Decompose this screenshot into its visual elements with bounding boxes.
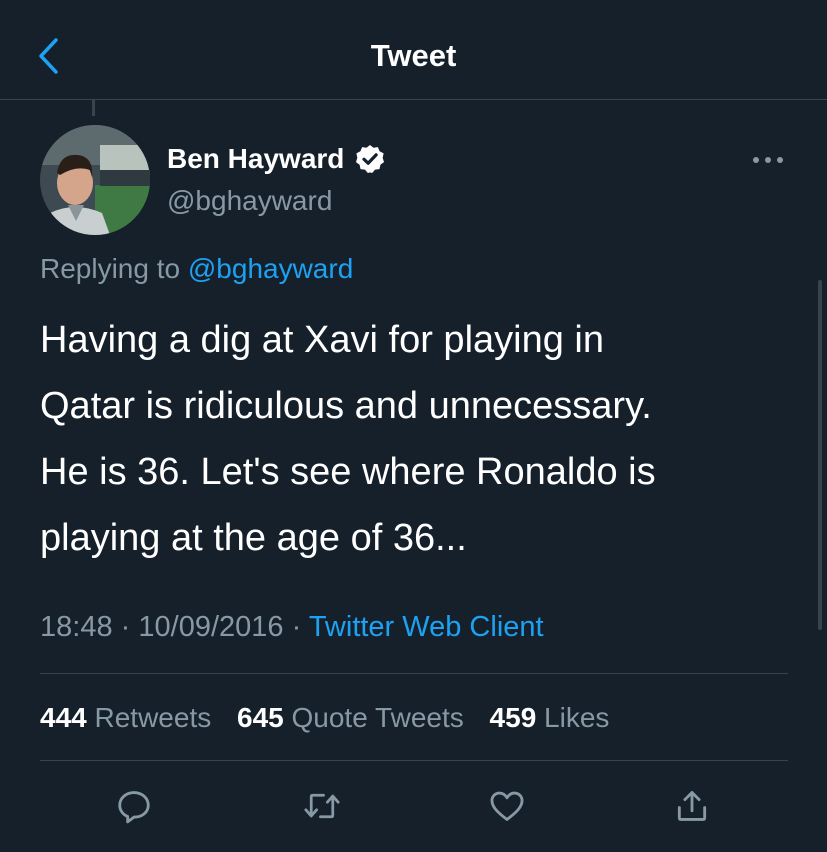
page-title: Tweet xyxy=(370,38,457,73)
meta-separator: · xyxy=(291,611,302,643)
tweet-source-link[interactable]: Twitter Web Client xyxy=(309,611,544,643)
likes-count: 459 xyxy=(489,702,537,733)
retweets-stat[interactable]: 444 Retweets xyxy=(40,702,211,733)
like-icon xyxy=(490,791,524,821)
divider xyxy=(40,760,788,761)
retweet-icon xyxy=(304,793,340,819)
tweet-meta: 18:48 · 10/09/2016 · Twitter Web Client xyxy=(40,608,544,646)
tweet-time[interactable]: 18:48 xyxy=(40,611,113,643)
verified-badge-icon xyxy=(356,145,385,173)
author-name: Ben Hayward xyxy=(167,143,345,174)
share-icon xyxy=(677,791,707,821)
thread-connector xyxy=(92,100,95,116)
divider xyxy=(40,673,788,674)
quote-tweets-count: 645 xyxy=(237,702,284,733)
tweet-actions xyxy=(0,780,827,832)
tweet-text: Having a dig at Xavi for playing in Qata… xyxy=(40,319,656,559)
like-button[interactable] xyxy=(481,780,533,832)
retweets-label: Retweets xyxy=(94,702,212,733)
replying-to-link[interactable]: @bghayward xyxy=(188,253,353,284)
likes-stat[interactable]: 459 Likes xyxy=(490,702,610,733)
reply-button[interactable] xyxy=(108,780,160,832)
replying-prefix: Replying to xyxy=(40,253,188,284)
tweet-stats: 444 Retweets 645 Quote Tweets 459 Likes xyxy=(40,700,627,736)
replying-to: Replying to @bghayward xyxy=(40,251,353,287)
quote-tweets-stat[interactable]: 645 Quote Tweets xyxy=(237,702,464,733)
author-name-row[interactable]: Ben Hayward xyxy=(167,141,386,177)
top-bar: Tweet xyxy=(0,0,827,100)
retweets-count: 444 xyxy=(40,702,87,733)
avatar-photo xyxy=(40,125,150,235)
scrollbar[interactable] xyxy=(818,280,822,630)
reply-icon xyxy=(118,791,150,824)
author-handle[interactable]: @bghayward xyxy=(167,183,332,219)
quote-tweets-label: Quote Tweets xyxy=(291,702,464,733)
more-options-button[interactable] xyxy=(748,145,788,175)
retweet-button[interactable] xyxy=(296,780,348,832)
more-horizontal-icon xyxy=(753,157,783,163)
likes-label: Likes xyxy=(544,702,610,733)
tweet-date[interactable]: 10/09/2016 xyxy=(138,611,283,643)
meta-separator: · xyxy=(120,611,131,643)
avatar[interactable] xyxy=(40,125,150,235)
share-button[interactable] xyxy=(666,780,718,832)
